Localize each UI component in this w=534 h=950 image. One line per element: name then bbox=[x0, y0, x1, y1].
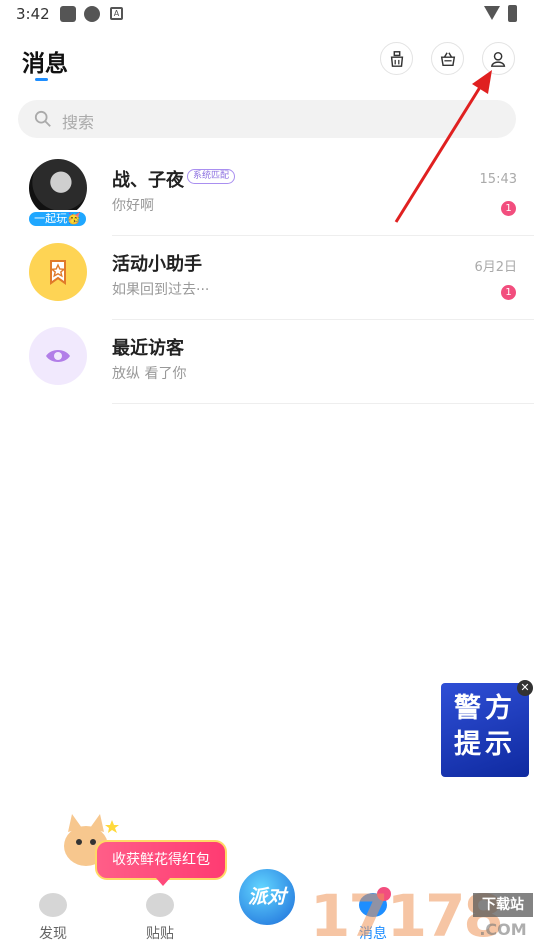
conversation-item[interactable]: 活动小助手 如果回到过去··· 6月2日 1 bbox=[0, 236, 534, 320]
posts-icon bbox=[146, 893, 174, 917]
eye-icon bbox=[46, 350, 70, 362]
broom-icon bbox=[390, 50, 403, 67]
wifi-icon bbox=[484, 6, 500, 20]
conversation-item[interactable]: 一起玩🥳 战、子夜 系统匹配 你好啊 15:43 1 bbox=[0, 152, 534, 236]
conversation-name: 战、子夜 bbox=[112, 170, 184, 191]
clear-messages-button[interactable] bbox=[380, 42, 413, 75]
tab-label: 发现 bbox=[39, 926, 67, 942]
tab-discover[interactable]: 发现 bbox=[13, 885, 93, 943]
battery-icon bbox=[508, 5, 517, 22]
search-input[interactable]: 搜索 bbox=[18, 100, 516, 138]
page-title: 消息 bbox=[22, 51, 68, 77]
conversation-time: 15:43 bbox=[479, 172, 517, 187]
avatar[interactable] bbox=[29, 159, 87, 217]
close-icon[interactable]: ✕ bbox=[517, 680, 533, 696]
person-icon bbox=[490, 51, 505, 67]
shop-button[interactable] bbox=[431, 42, 464, 75]
header: 消息 bbox=[0, 28, 534, 88]
tab-party[interactable]: 派对 bbox=[236, 866, 298, 928]
search-placeholder: 搜索 bbox=[62, 113, 95, 132]
bookmark-star-icon bbox=[50, 260, 66, 285]
app-notification-icon bbox=[60, 6, 76, 22]
conversation-name: 活动小助手 bbox=[112, 254, 202, 275]
avatar[interactable] bbox=[29, 327, 87, 385]
tab-label: 贴贴 bbox=[146, 926, 174, 942]
discover-icon bbox=[39, 893, 67, 917]
contacts-button[interactable] bbox=[482, 42, 515, 75]
basket-icon bbox=[440, 51, 455, 66]
avatar[interactable] bbox=[29, 243, 87, 301]
conversation-name: 最近访客 bbox=[112, 338, 184, 359]
conversation-preview: 你好啊 bbox=[112, 198, 154, 214]
sync-notification-icon bbox=[84, 6, 100, 22]
watermark-domain: .COM bbox=[479, 920, 527, 939]
police-notice-card[interactable]: 警方提示 bbox=[441, 683, 529, 777]
accessibility-notification-icon: A bbox=[110, 7, 123, 20]
divider bbox=[112, 403, 534, 404]
watermark-label: 下载站 bbox=[473, 893, 533, 917]
conversation-time: 6月2日 bbox=[474, 260, 517, 275]
unread-badge: 1 bbox=[501, 201, 516, 216]
search-icon bbox=[34, 110, 51, 127]
play-together-badge: 一起玩🥳 bbox=[27, 210, 88, 228]
conversation-preview: 放纵 看了你 bbox=[112, 366, 187, 382]
conversation-item[interactable]: 最近访客 放纵 看了你 bbox=[0, 320, 534, 404]
tab-posts[interactable]: 贴贴 bbox=[120, 885, 200, 943]
reward-bubble[interactable]: 收获鲜花得红包 bbox=[95, 840, 227, 880]
system-match-tag: 系统匹配 bbox=[187, 169, 236, 184]
status-time: 3:42 bbox=[16, 5, 50, 23]
status-bar: 3:42 A bbox=[0, 0, 534, 28]
title-underline bbox=[35, 78, 48, 81]
conversation-preview: 如果回到过去··· bbox=[112, 282, 210, 298]
unread-badge: 1 bbox=[501, 285, 516, 300]
